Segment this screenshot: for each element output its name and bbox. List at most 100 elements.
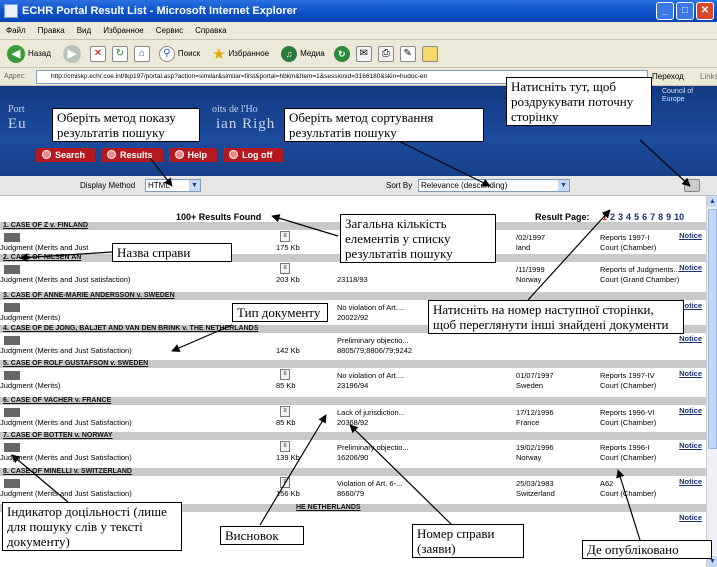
- case-size: 139 Kb: [276, 453, 300, 462]
- page-link[interactable]: 2: [610, 212, 615, 222]
- mail-icon[interactable]: ✉: [355, 45, 372, 62]
- case-type: Judgment (Merits and Just Satisfaction): [0, 489, 132, 498]
- annotation-sort-method: Оберіть метод сортування результатів пош…: [284, 108, 484, 142]
- case-size: 175 Kb: [276, 243, 300, 252]
- document-icon[interactable]: ≡: [280, 406, 290, 417]
- case-court: Court (Chamber): [600, 418, 657, 427]
- menu-edit[interactable]: Правка: [38, 22, 65, 39]
- menu-favorites[interactable]: Избранное: [103, 22, 144, 39]
- stop-icon[interactable]: ✕: [89, 45, 106, 62]
- case-court: Court (Chamber): [600, 381, 657, 390]
- refresh-icon[interactable]: ↻: [111, 45, 128, 62]
- case-title-link[interactable]: 6. CASE OF VACHER v. FRANCE: [0, 397, 706, 405]
- council-of-europe-logo: Council of Europe: [662, 88, 694, 103]
- print-toolbar-icon[interactable]: ⎙: [377, 45, 394, 62]
- relevance-indicator: [4, 336, 20, 345]
- document-icon[interactable]: ≡: [280, 441, 290, 452]
- display-method-select[interactable]: HTML ▼: [145, 179, 201, 192]
- case-title-link[interactable]: 7. CASE OF BOTTEN v. NORWAY: [0, 432, 706, 440]
- close-button[interactable]: ✕: [696, 2, 714, 20]
- go-button[interactable]: Переход: [652, 68, 684, 86]
- notice-link[interactable]: Notice: [679, 513, 702, 522]
- page-link[interactable]: 3: [618, 212, 623, 222]
- tab-help-label: Help: [187, 150, 208, 160]
- case-conclusion: Preliminary objectio...: [337, 443, 409, 452]
- result-options-bar: Display Method HTML ▼ Sort By Relevance …: [0, 176, 717, 196]
- search-icon: ⚲: [158, 45, 175, 62]
- tab-help[interactable]: Help: [168, 148, 218, 162]
- favorites-button[interactable]: ★ Избранное: [209, 43, 272, 65]
- forward-button[interactable]: ▶: [60, 43, 84, 65]
- document-icon[interactable]: ≡: [280, 263, 290, 274]
- scroll-thumb[interactable]: [708, 209, 717, 449]
- case-type: Judgment (Merits and Just Satisfaction): [0, 418, 132, 427]
- result-page-label: Result Page:: [535, 212, 590, 222]
- case-report: Reports 1997-I: [600, 233, 650, 242]
- menu-view[interactable]: Вид: [77, 22, 91, 39]
- menu-file[interactable]: Файл: [6, 22, 26, 39]
- case-court: Court (Chamber): [600, 489, 657, 498]
- case-size: 85 Kb: [276, 381, 296, 390]
- case-title-link[interactable]: 8. CASE OF MINELLI v. SWITZERLAND: [0, 468, 706, 476]
- page-link[interactable]: 6: [642, 212, 647, 222]
- case-conclusion: Violation of Art. 6-...: [337, 479, 403, 488]
- notice-link[interactable]: Notice: [679, 406, 702, 415]
- results-scrollbar[interactable]: ▲ ▼: [706, 196, 717, 567]
- links-button[interactable]: Links: [700, 68, 717, 86]
- pagination: 1 2 3 4 5 6 7 8 9 10: [602, 212, 684, 222]
- menu-help[interactable]: Справка: [195, 22, 226, 39]
- portal-title-right-2: ian Righ: [216, 116, 276, 132]
- notice-link[interactable]: Notice: [679, 231, 702, 240]
- search-button[interactable]: ⚲ Поиск: [156, 43, 203, 65]
- case-date: 25/03/1983: [516, 479, 554, 488]
- page-link[interactable]: 5: [634, 212, 639, 222]
- home-icon[interactable]: ⌂: [133, 45, 150, 62]
- page-link[interactable]: 8: [658, 212, 663, 222]
- edit-icon[interactable]: ✎: [399, 45, 416, 62]
- relevance-indicator: [4, 233, 20, 242]
- page-link[interactable]: 10: [674, 212, 684, 222]
- document-icon[interactable]: ≡: [280, 477, 290, 488]
- scroll-up-icon[interactable]: ▲: [707, 196, 717, 207]
- table-row: 5. CASE OF ROLF GUSTAFSON v. SWEDEN Noti…: [0, 360, 706, 400]
- notice-link[interactable]: Notice: [679, 334, 702, 343]
- portal-title-left-2: Eu: [8, 116, 27, 132]
- page-link[interactable]: 1: [602, 212, 607, 222]
- window-controls: _ □ ✕: [656, 2, 714, 20]
- minimize-button[interactable]: _: [656, 2, 674, 20]
- sort-by-select[interactable]: Relevance (descending) ▼: [418, 179, 570, 192]
- case-type: Judgment (Merits and Just Satisfaction): [0, 453, 132, 462]
- menu-tools[interactable]: Сервис: [156, 22, 183, 39]
- page-link[interactable]: 4: [626, 212, 631, 222]
- case-app-number: 20368/92: [337, 418, 369, 427]
- tab-log-off[interactable]: Log off: [223, 148, 283, 162]
- sort-by-value: Relevance (descending): [421, 181, 508, 190]
- media-button[interactable]: ♫ Медиа: [278, 43, 328, 65]
- document-icon[interactable]: ≡: [280, 231, 290, 242]
- address-label: Адрес:: [4, 73, 26, 80]
- relevance-indicator: [4, 443, 20, 452]
- notice-link[interactable]: Notice: [679, 477, 702, 486]
- tab-results[interactable]: Results: [101, 148, 163, 162]
- case-conclusion: No violation of Art....: [337, 303, 405, 312]
- notice-link[interactable]: Notice: [679, 369, 702, 378]
- folder-icon[interactable]: [421, 45, 438, 62]
- annotation-relevance: Індикатор доцільності (лише для пошуку с…: [2, 502, 182, 551]
- page-link[interactable]: 7: [650, 212, 655, 222]
- notice-link[interactable]: Notice: [679, 263, 702, 272]
- print-icon[interactable]: [684, 179, 700, 192]
- maximize-button[interactable]: □: [676, 2, 694, 20]
- results-count: 100+ Results Found: [176, 212, 262, 222]
- back-button[interactable]: ◀ Назад: [4, 43, 54, 65]
- forward-arrow-icon: ▶: [62, 44, 81, 63]
- document-icon[interactable]: ≡: [280, 369, 290, 380]
- case-size: 203 Kb: [276, 275, 300, 284]
- case-country: France: [516, 418, 540, 427]
- history-icon[interactable]: ↻: [333, 45, 350, 62]
- annotation-print: Натисніть тут, щоб роздрукувати поточну …: [506, 77, 652, 126]
- tab-search[interactable]: Search: [36, 148, 96, 162]
- case-title-link[interactable]: 3. CASE OF ANNE-MARIE ANDERSSON v. SWEDE…: [0, 292, 706, 300]
- notice-link[interactable]: Notice: [679, 441, 702, 450]
- case-title-link[interactable]: 5. CASE OF ROLF GUSTAFSON v. SWEDEN: [0, 360, 706, 368]
- page-link[interactable]: 9: [666, 212, 671, 222]
